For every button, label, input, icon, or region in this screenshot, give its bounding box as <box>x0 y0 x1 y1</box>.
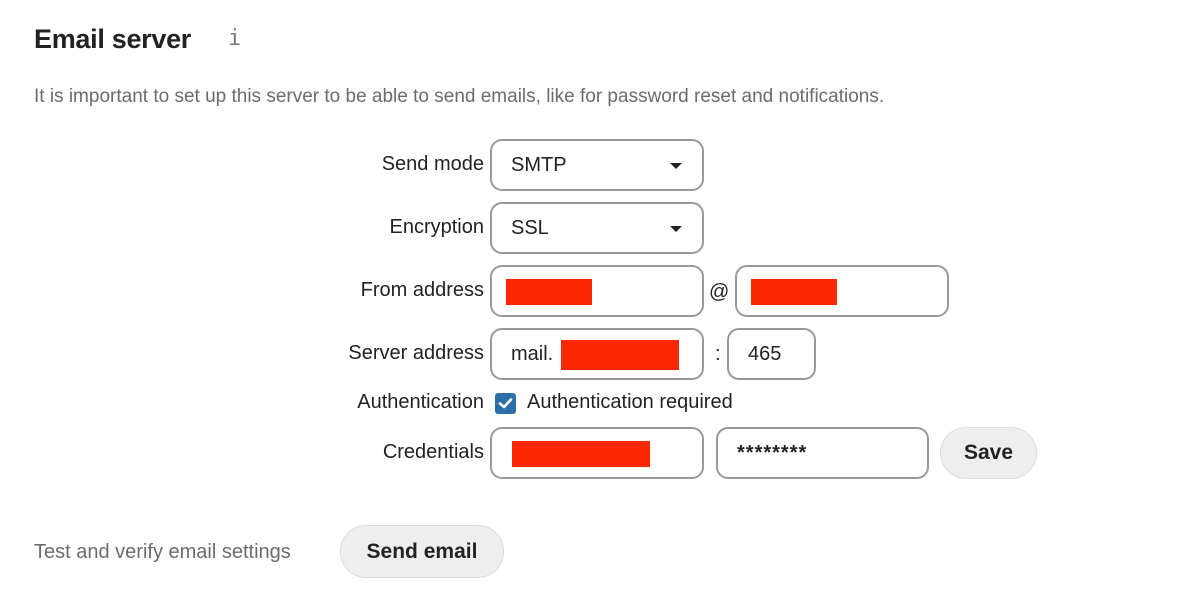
save-button[interactable]: Save <box>940 427 1037 479</box>
server-address-input[interactable]: mail. <box>490 328 704 380</box>
info-icon[interactable]: i <box>228 26 241 51</box>
password-input[interactable]: ******** <box>716 427 929 479</box>
test-label: Test and verify email settings <box>34 541 291 563</box>
from-address-label: From address <box>360 279 484 301</box>
page-description: It is important to set up this server to… <box>34 86 885 107</box>
port-separator: : <box>715 343 721 365</box>
from-address-domain-input[interactable] <box>735 265 949 317</box>
redacted-domain <box>751 279 837 305</box>
page-title: Email server <box>34 24 192 54</box>
credentials-label: Credentials <box>382 441 484 463</box>
send-mode-label: Send mode <box>381 153 484 175</box>
port-value: 465 <box>748 343 782 365</box>
send-mode-value: SMTP <box>511 154 567 176</box>
send-mode-select[interactable]: SMTP <box>490 139 704 191</box>
from-address-local-input[interactable] <box>490 265 704 317</box>
username-input[interactable] <box>490 427 704 479</box>
port-input[interactable]: 465 <box>727 328 816 380</box>
password-value: ******** <box>737 442 808 464</box>
authentication-label: Authentication <box>357 391 484 413</box>
redacted-username <box>512 441 650 467</box>
authentication-checkbox-label[interactable]: Authentication required <box>527 391 733 414</box>
send-email-button[interactable]: Send email <box>340 525 504 578</box>
redacted-server-host <box>561 340 679 370</box>
redacted-local-part <box>506 279 592 305</box>
encryption-label: Encryption <box>389 216 485 238</box>
chevron-down-icon <box>670 163 682 169</box>
encryption-select[interactable]: SSL <box>490 202 704 254</box>
chevron-down-icon <box>670 226 682 232</box>
server-address-label: Server address <box>348 342 484 364</box>
authentication-checkbox[interactable] <box>495 393 516 414</box>
encryption-value: SSL <box>511 217 549 239</box>
checkmark-icon <box>498 398 513 409</box>
at-separator: @ <box>709 281 730 303</box>
server-host-prefix: mail. <box>511 343 554 365</box>
